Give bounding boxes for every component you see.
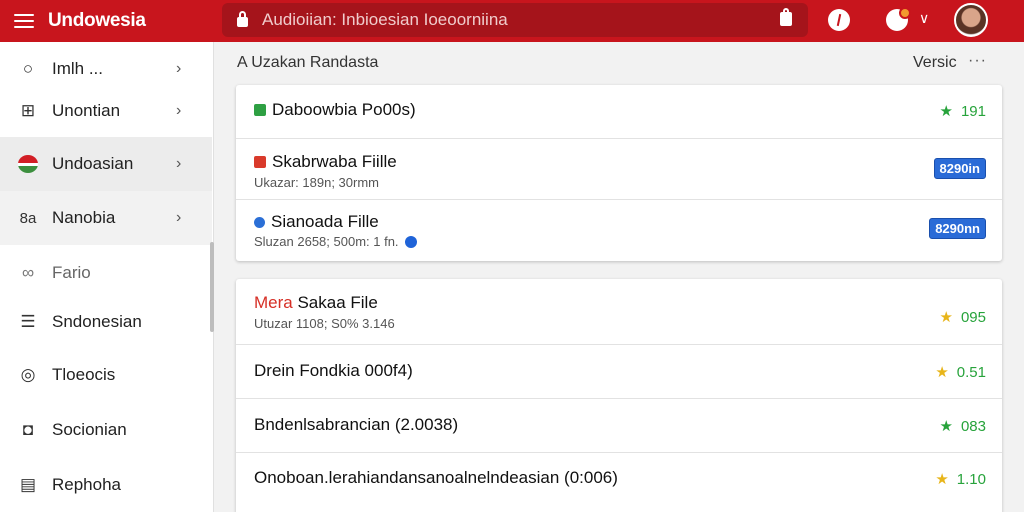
chevron-right-icon: › xyxy=(176,209,182,226)
sidebar-item-9[interactable]: ▤ Rephoha xyxy=(0,458,212,512)
rating-value: 0.51 xyxy=(956,363,986,381)
grid-icon: ⊞ xyxy=(20,101,36,120)
rating: ★ 191 xyxy=(939,102,986,121)
rating-value: 1.10 xyxy=(956,470,986,488)
sidebar-item-2[interactable]: ⊞ Unontian › xyxy=(0,84,212,138)
star-icon: ★ xyxy=(935,364,949,381)
row-subtitle: Utuzar 1108; S0% 3.146 xyxy=(254,316,395,331)
row-title: Daboowbia Po00s) xyxy=(254,100,416,120)
search-bar[interactable] xyxy=(222,3,808,37)
sidebar-item-label: Sndonesian xyxy=(52,312,142,331)
sidebar-scrollbar[interactable] xyxy=(210,242,214,332)
circle-icon: ○ xyxy=(22,59,34,78)
list-item[interactable]: Daboowbia Po00s) ★ 191 xyxy=(236,85,1002,139)
star-icon: ★ xyxy=(939,418,953,435)
person-icon xyxy=(254,217,265,228)
list-item[interactable]: Onoboan.lerahiandansanoalnelndeasian (0:… xyxy=(236,453,1002,509)
hamburger-icon xyxy=(14,14,34,28)
size-badge: 8290nn xyxy=(929,218,986,239)
sidebar-item-label: Nanobia xyxy=(52,208,116,227)
flag-icon xyxy=(18,154,38,174)
target-icon: ◎ xyxy=(20,365,36,384)
rating-value: 191 xyxy=(960,102,986,120)
chevron-down-icon[interactable]: ∨ xyxy=(919,10,929,27)
star-icon: ★ xyxy=(939,309,953,326)
sidebar-item-4[interactable]: 8a Nanobia › xyxy=(0,191,212,245)
sidebar-item-6[interactable]: ☰ Sndonesian xyxy=(0,295,212,349)
sidebar-item-label: Tloeocis xyxy=(52,365,116,384)
row-subtitle: Sluzan 2658; 500m: 1 fn. xyxy=(254,234,417,249)
sidebar-item-3[interactable]: Undoasian › xyxy=(0,137,212,191)
list-item[interactable]: Bndenlsabrancian (2.0038) ★ 083 xyxy=(236,399,1002,453)
row-title-text: Daboowbia Po00s) xyxy=(272,100,416,119)
chevron-right-icon: › xyxy=(176,155,182,172)
sidebar-item-label: Imlh ... xyxy=(52,59,104,78)
list-item[interactable]: Mera Sakaa File Utuzar 1108; S0% 3.146 ★… xyxy=(236,279,1002,345)
avatar[interactable] xyxy=(954,3,988,37)
row-title: Drein Fondkia 000f4) xyxy=(254,361,413,380)
app-title: Undowesia xyxy=(48,10,146,31)
rating-value: 083 xyxy=(960,417,986,435)
sidebar-item-label: Undoasian xyxy=(52,154,134,173)
list-item[interactable]: Drein Fondkia 000f4) ★ 0.51 xyxy=(236,345,1002,399)
row-title-text: Sakaa File xyxy=(292,293,378,312)
row-title-highlight: Mera xyxy=(254,293,293,312)
shield-icon xyxy=(404,236,417,248)
sidebar-item-label: Fario xyxy=(52,263,91,282)
list-item[interactable]: Skabrwaba Fiille Ukazar: 189n; 30rmm 829… xyxy=(236,139,1002,200)
row-title: Mera Sakaa File xyxy=(254,293,378,313)
red-square-icon xyxy=(254,156,266,168)
star-icon: ★ xyxy=(939,103,953,120)
rating-value: 095 xyxy=(960,308,986,326)
sidebar: ○ Imlh ... › ⊞ Unontian › Undoasian › 8a… xyxy=(0,42,214,512)
text-icon: 8a xyxy=(19,209,37,227)
size-badge: 8290in xyxy=(933,158,986,179)
rating: ★ 0.51 xyxy=(935,363,986,382)
row-title: Sianoada Fille xyxy=(254,212,379,232)
sidebar-item-label: Rephoha xyxy=(52,475,122,494)
version-label[interactable]: Versic xyxy=(913,54,957,72)
row-subtitle-text: Sluzan 2658; 500m: 1 fn. xyxy=(254,234,399,249)
row-title-text: Skabrwaba Fiille xyxy=(272,152,397,171)
top-app-bar: Undowesia ∨ xyxy=(0,0,1024,42)
file-card-primary: Daboowbia Po00s) ★ 191 Skabrwaba Fiille … xyxy=(236,85,1002,261)
list-item[interactable]: Sianoada Fille Sluzan 2658; 500m: 1 fn. … xyxy=(236,200,1002,261)
doc-icon: ▤ xyxy=(19,475,37,494)
rating: ★ 1.10 xyxy=(935,470,986,489)
row-title: Bndenlsabrancian (2.0038) xyxy=(254,415,459,434)
file-card-secondary: Mera Sakaa File Utuzar 1108; S0% 3.146 ★… xyxy=(236,279,1002,512)
chevron-right-icon: › xyxy=(176,60,182,77)
link-icon: ∞ xyxy=(21,263,35,282)
search-input[interactable] xyxy=(262,10,742,30)
more-options-button[interactable]: ··· xyxy=(968,52,987,70)
rating: ★ 095 xyxy=(939,308,986,327)
bag-icon[interactable] xyxy=(780,8,792,26)
star-icon: ★ xyxy=(935,471,949,488)
sidebar-item-label: Unontian xyxy=(52,101,121,120)
row-title-text: Sianoada Fille xyxy=(271,212,379,231)
person-icon: ◘ xyxy=(22,420,34,439)
notification-badge xyxy=(899,7,911,19)
lock-icon xyxy=(222,11,262,27)
row-title: Skabrwaba Fiille xyxy=(254,152,397,172)
green-square-icon xyxy=(254,104,266,116)
sidebar-item-8[interactable]: ◘ Socionian xyxy=(0,403,212,457)
row-subtitle: Ukazar: 189n; 30rmm xyxy=(254,175,379,190)
sidebar-item-7[interactable]: ◎ Tloeocis xyxy=(0,348,212,402)
chevron-right-icon: › xyxy=(176,102,182,119)
sidebar-item-5[interactable]: ∞ Fario xyxy=(0,246,212,300)
sidebar-item-label: Socionian xyxy=(52,420,127,439)
section-title: A Uzakan Randasta xyxy=(237,54,379,71)
rating: ★ 083 xyxy=(939,417,986,436)
info-icon[interactable] xyxy=(828,9,850,31)
row-title: Onoboan.lerahiandansanoalnelndeasian (0:… xyxy=(254,468,618,487)
menu-button[interactable] xyxy=(0,0,48,42)
list-icon: ☰ xyxy=(20,312,36,331)
